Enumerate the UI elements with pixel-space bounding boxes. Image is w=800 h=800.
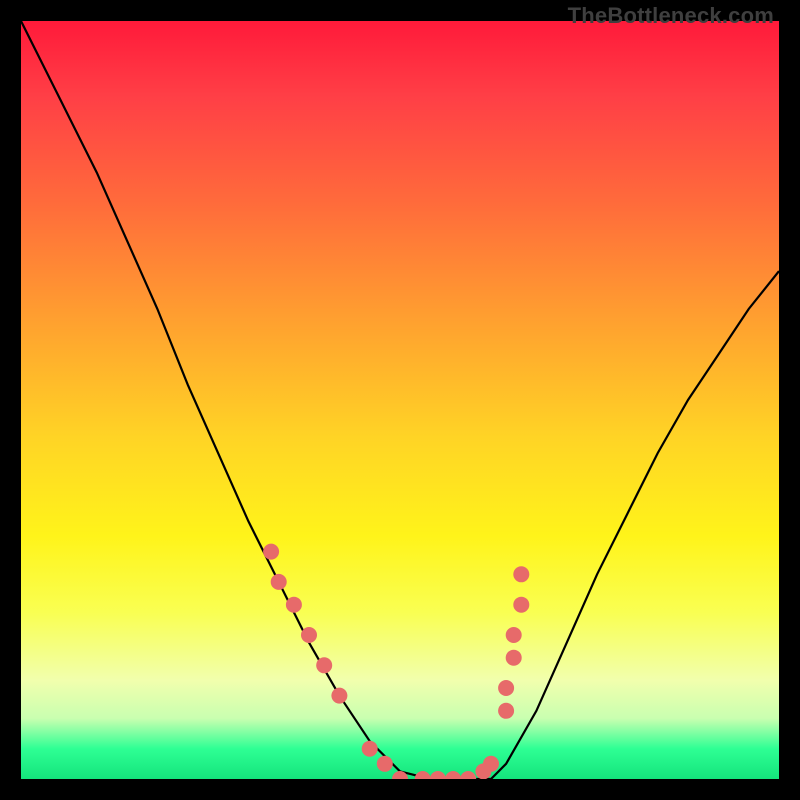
marker-dot xyxy=(506,650,522,666)
marker-dot xyxy=(301,627,317,643)
marker-dot xyxy=(362,741,378,757)
plot-area xyxy=(21,21,779,779)
watermark-text: TheBottleneck.com xyxy=(568,3,774,29)
marker-dot xyxy=(331,688,347,704)
marker-dot xyxy=(415,771,431,779)
marker-dot xyxy=(377,756,393,772)
marker-dot xyxy=(430,771,446,779)
marker-dot xyxy=(498,680,514,696)
curve-path xyxy=(21,21,779,779)
marker-dot xyxy=(460,771,476,779)
marker-dot xyxy=(513,597,529,613)
marker-dot xyxy=(498,703,514,719)
marker-dot xyxy=(506,627,522,643)
marker-dot xyxy=(445,771,461,779)
curve-line xyxy=(21,21,779,779)
marker-dot xyxy=(271,574,287,590)
marker-dot xyxy=(513,566,529,582)
marker-dot xyxy=(263,544,279,560)
marker-dot xyxy=(483,756,499,772)
marker-dot xyxy=(316,657,332,673)
scatter-markers xyxy=(263,544,529,779)
chart-svg xyxy=(21,21,779,779)
chart-frame: TheBottleneck.com xyxy=(0,0,800,800)
marker-dot xyxy=(286,597,302,613)
